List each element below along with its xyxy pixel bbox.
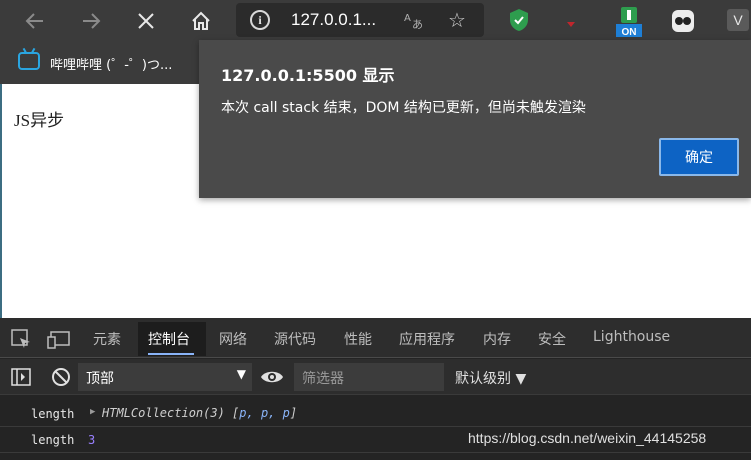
sidebar-toggle-icon[interactable] [10,366,32,392]
tab-sources[interactable]: 源代码 [274,329,316,349]
shield-extension-icon[interactable] [508,8,530,36]
site-info-icon[interactable]: i [250,10,270,30]
object-type: HTMLCollection(3) [ [102,406,240,420]
forward-arrow-icon[interactable] [76,6,106,36]
red-extension-icon[interactable] [566,14,576,33]
devtools-tab-bar: 元素 控制台 网络 源代码 性能 应用程序 内存 安全 Lighthouse [0,318,751,358]
bilibili-tv-icon [18,52,40,70]
tab-lighthouse[interactable]: Lighthouse [593,329,670,345]
filter-input[interactable]: 筛选器 [294,363,444,391]
profile-avatar[interactable]: V [727,9,749,35]
active-tab-indicator [148,353,194,355]
address-bar[interactable]: i 127.0.0.1... Aあ ☆ [236,3,484,37]
context-select[interactable]: 顶部 ▼ [78,363,252,391]
chevron-down-icon: ▼ [236,367,246,381]
bookmark-star-icon[interactable]: ☆ [448,8,466,32]
console-number-value: 3 [88,433,96,447]
browser-window: i 127.0.0.1... Aあ ☆ ON V 哔哩哔哩 (゜-゜)つ... … [0,0,751,460]
dialog-title: 127.0.0.1:5500 显示 [221,66,395,85]
eyes-extension-icon[interactable] [671,9,695,37]
tab-performance[interactable]: 性能 [344,329,372,349]
address-text[interactable]: 127.0.0.1... [291,10,376,30]
live-expression-eye-icon[interactable] [260,367,284,391]
alert-dialog: 127.0.0.1:5500 显示 本次 call stack 结束，DOM 结… [199,40,751,198]
ok-button[interactable]: 确定 [659,138,739,176]
watermark-url: https://blog.csdn.net/weixin_44145258 [468,430,707,446]
console-toolbar: 顶部 ▼ 筛选器 默认级别 ▼ [0,359,751,395]
object-close: ] [289,406,298,420]
expand-triangle-icon[interactable]: ▶ [90,407,95,417]
console-log-label: length [31,433,75,447]
filter-placeholder: 筛选器 [302,371,344,387]
avatar-letter: V [733,12,743,28]
device-toolbar-icon[interactable] [47,328,71,354]
inspect-element-icon[interactable] [10,328,32,354]
tab-security[interactable]: 安全 [538,329,566,349]
clear-console-icon[interactable] [50,366,72,392]
home-icon[interactable] [186,6,216,36]
console-log-label: length [31,407,75,421]
devtools-panel: 元素 控制台 网络 源代码 性能 应用程序 内存 安全 Lighthouse 顶… [0,318,751,460]
svg-text:A: A [404,13,411,24]
back-arrow-icon[interactable] [20,6,50,36]
svg-text:あ: あ [412,18,423,29]
on-extension-icon[interactable]: ON [616,6,642,42]
context-value: 顶部 [86,371,114,387]
tab-memory[interactable]: 内存 [483,329,511,349]
tab-elements[interactable]: 元素 [93,329,121,349]
log-levels-dropdown[interactable]: 默认级别 ▼ [455,368,526,388]
browser-toolbar: i 127.0.0.1... Aあ ☆ ON V [0,0,751,42]
console-object-preview[interactable]: HTMLCollection(3) [p, p, p] [102,406,297,420]
tab-console[interactable]: 控制台 [148,329,190,349]
console-message: length ▶ HTMLCollection(3) [p, p, p] [0,401,751,427]
page-heading: JS异步 [14,111,65,130]
tab-title[interactable]: 哔哩哔哩 (゜-゜)つ... [50,54,172,73]
translate-icon[interactable]: Aあ [404,11,424,33]
object-items: p, p, p [239,406,290,420]
tab-application[interactable]: 应用程序 [399,329,455,349]
tab-network[interactable]: 网络 [219,329,247,349]
on-badge-label: ON [622,27,637,38]
dialog-message: 本次 call stack 结束，DOM 结构已更新，但尚未触发渲染 [221,100,586,116]
stop-close-icon[interactable] [131,6,161,36]
